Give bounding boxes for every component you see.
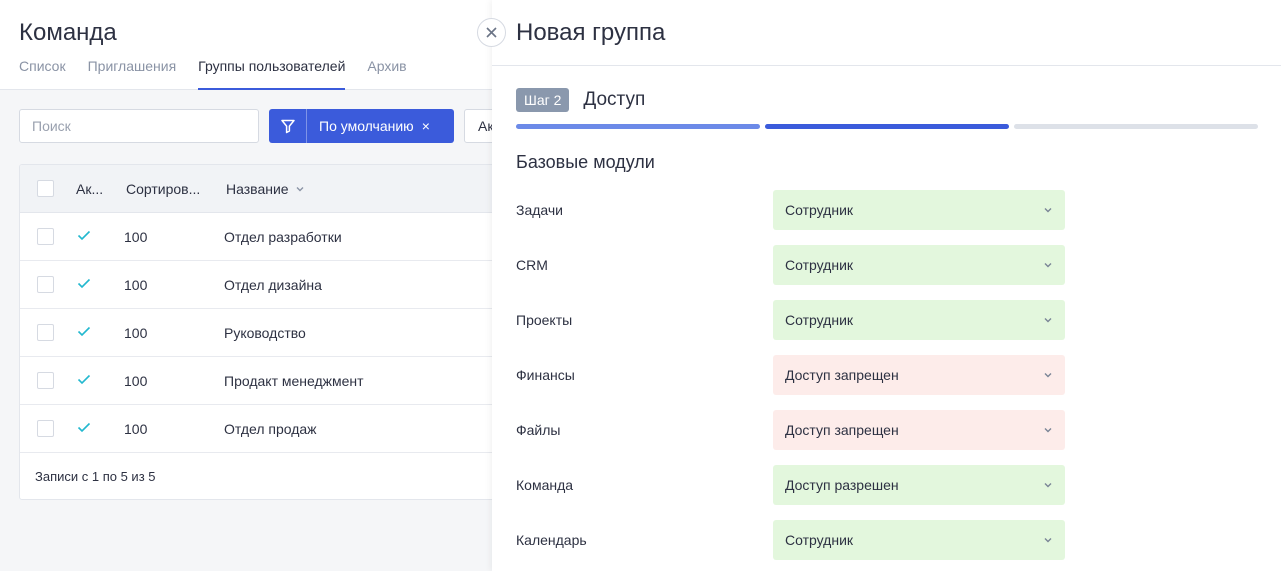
step-indicator: Шаг 2 Доступ [516,88,645,112]
new-group-panel: Новая группа Шаг 2 Доступ Базовые модули… [492,0,1281,571]
module-access-select[interactable]: Сотрудник [773,245,1065,285]
row-checkbox[interactable] [37,228,54,245]
chevron-down-icon [1044,428,1052,433]
table-row[interactable]: 100 Продакт менеджмент [20,357,498,405]
module-access-value: Доступ запрещен [785,422,899,438]
module-row-finance: Финансы Доступ запрещен [516,355,1076,395]
table-row[interactable]: 100 Руководство [20,309,498,357]
step-name: Доступ [583,89,646,110]
row-name: Руководство [224,324,306,341]
close-icon [486,27,497,38]
tab-user-groups[interactable]: Группы пользователей [198,58,346,90]
tab-invitations[interactable]: Приглашения [88,58,177,90]
table-footer: Записи с 1 по 5 из 5 [35,468,156,484]
module-label: Задачи [516,202,564,218]
row-name: Отдел продаж [224,420,317,437]
module-row-crm: CRM Сотрудник [516,245,1076,285]
module-access-select[interactable]: Доступ запрещен [773,410,1065,450]
progress-segment-1 [516,124,760,129]
module-row-projects: Проекты Сотрудник [516,300,1076,340]
row-checkbox[interactable] [37,372,54,389]
module-row-files: Файлы Доступ запрещен [516,410,1076,450]
row-name: Продакт менеджмент [224,372,364,389]
filter-label: По умолчанию [319,118,414,134]
table-row[interactable]: 100 Отдел дизайна [20,261,498,309]
module-access-value: Доступ запрещен [785,367,899,383]
module-label: Финансы [516,367,575,383]
chevron-down-icon [1044,208,1052,213]
module-label: Файлы [516,422,561,438]
module-row-calendar: Календарь Сотрудник [516,520,1076,560]
table-header: Ак... Сортиров... Название [20,165,498,213]
check-icon [77,374,91,385]
module-access-value: Сотрудник [785,202,854,218]
row-name: Отдел разработки [224,228,342,245]
chevron-down-icon [1044,318,1052,323]
tab-archive[interactable]: Архив [367,58,406,90]
module-access-value: Сотрудник [785,257,854,273]
close-panel-button[interactable] [477,18,506,47]
module-access-select[interactable]: Сотрудник [773,520,1065,560]
check-icon [77,326,91,337]
step-badge: Шаг 2 [516,88,570,112]
chevron-down-icon [1044,538,1052,543]
clear-filter-icon[interactable]: × [422,118,430,134]
row-checkbox[interactable] [37,324,54,341]
chevron-down-icon [296,186,304,191]
table-row[interactable]: 100 Отдел разработки [20,213,498,261]
module-label: Проекты [516,312,573,328]
header-name[interactable]: Название [226,181,305,197]
module-access-value: Сотрудник [785,312,854,328]
module-access-select[interactable]: Сотрудник [773,300,1065,340]
module-access-value: Сотрудник [785,532,854,548]
step-progress [516,124,1258,129]
header-active[interactable]: Ак... [76,181,126,197]
table-row[interactable]: 100 Отдел продаж [20,405,498,453]
module-label: Календарь [516,532,587,548]
funnel-icon [269,109,307,143]
chevron-down-icon [1044,483,1052,488]
tab-list[interactable]: Список [19,58,66,90]
panel-title: Новая группа [516,19,666,46]
check-icon [77,230,91,241]
check-icon [77,422,91,433]
progress-segment-2 [765,124,1009,129]
module-access-select[interactable]: Доступ разрешен [773,465,1065,505]
module-access-select[interactable]: Сотрудник [773,190,1065,230]
row-sort: 100 [124,276,148,293]
row-checkbox[interactable] [37,276,54,293]
page-title: Команда [19,19,117,46]
filter-button[interactable]: По умолчанию × [269,109,454,143]
row-sort: 100 [124,228,148,245]
progress-segment-3 [1014,124,1258,129]
chevron-down-icon [1044,263,1052,268]
row-sort: 100 [124,372,148,389]
groups-table: Ак... Сортиров... Название 100 Отдел раз… [19,164,499,500]
module-access-select[interactable]: Доступ запрещен [773,355,1065,395]
tab-bar: Список Приглашения Группы пользователей … [19,58,407,90]
check-icon [77,278,91,289]
row-checkbox[interactable] [37,420,54,437]
module-label: CRM [516,257,548,273]
module-row-team: Команда Доступ разрешен [516,465,1076,505]
header-sort[interactable]: Сортиров... [126,181,226,197]
search-input[interactable] [19,109,259,143]
chevron-down-icon [1044,373,1052,378]
row-sort: 100 [124,324,148,341]
module-row-tasks: Задачи Сотрудник [516,190,1076,230]
header-name-label: Название [226,180,289,197]
module-access-value: Доступ разрешен [785,477,899,493]
module-label: Команда [516,477,574,493]
row-sort: 100 [124,420,148,437]
row-name: Отдел дизайна [224,276,322,293]
section-title: Базовые модули [516,152,655,172]
select-all-checkbox[interactable] [37,180,54,197]
